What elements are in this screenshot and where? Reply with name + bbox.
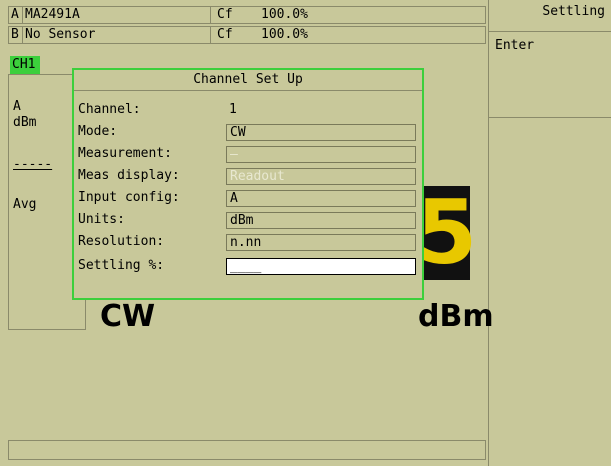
settling-input[interactable]: ____ <box>226 258 416 275</box>
settling-label: Settling %: <box>78 258 165 273</box>
channel-setup-dialog: Channel Set Up Channel: 1 Mode: CW Measu… <box>72 68 424 300</box>
sensor-b-model: No Sensor <box>23 27 211 43</box>
softkey-panel: Settling Enter <box>488 0 611 466</box>
units-label: Units: <box>78 212 125 227</box>
sensor-a-row: A MA2491A Cf 100.0% <box>8 6 486 24</box>
sensor-a-cf-value: 100.0% <box>261 7 308 22</box>
resolution-field[interactable]: n.nn <box>226 234 416 251</box>
measurement-field: — <box>226 146 416 163</box>
input-config-label: Input config: <box>78 190 180 205</box>
sensor-b-prefix: B <box>9 27 23 43</box>
readout-digit: 5 <box>416 181 478 284</box>
panel-sensor: A <box>13 99 21 114</box>
input-config-row[interactable]: Input config: A <box>74 188 422 208</box>
status-bar <box>8 440 486 460</box>
sensor-b-cf-label: Cf <box>217 27 233 42</box>
mode-readout: CW <box>100 299 156 334</box>
sensor-b-cf-value: 100.0% <box>261 27 308 42</box>
meas-display-row: Meas display: Readout <box>74 166 422 186</box>
measurement-row: Measurement: — <box>74 144 422 164</box>
sensor-a-model: MA2491A <box>23 7 211 23</box>
resolution-row[interactable]: Resolution: n.nn <box>74 232 422 252</box>
mode-label: Mode: <box>78 124 118 139</box>
channel-row: Channel: 1 <box>74 100 422 120</box>
unit-readout: dBm <box>418 299 494 334</box>
mode-field[interactable]: CW <box>226 124 416 141</box>
channel-label: Channel: <box>78 102 141 117</box>
panel-unit: dBm <box>13 115 37 130</box>
measurement-label: Measurement: <box>78 146 172 161</box>
meas-display-label: Meas display: <box>78 168 180 183</box>
sensor-b-row: B No Sensor Cf 100.0% <box>8 26 486 44</box>
channel-tag[interactable]: CH1 <box>10 56 40 74</box>
enter-softkey[interactable]: Enter <box>489 34 611 118</box>
softkey-title: Settling <box>489 0 611 32</box>
input-config-field[interactable]: A <box>226 190 416 207</box>
meas-display-field: Readout <box>226 168 416 185</box>
units-field[interactable]: dBm <box>226 212 416 229</box>
sensor-a-cf-label: Cf <box>217 7 233 22</box>
panel-avg: Avg <box>13 197 37 212</box>
panel-dashes: ----- <box>13 157 53 172</box>
sensor-a-prefix: A <box>9 7 23 23</box>
units-row[interactable]: Units: dBm <box>74 210 422 230</box>
channel-value: 1 <box>226 102 416 119</box>
dialog-title: Channel Set Up <box>74 70 422 91</box>
mode-row[interactable]: Mode: CW <box>74 122 422 142</box>
settling-row[interactable]: Settling %: ____ <box>74 256 422 276</box>
resolution-label: Resolution: <box>78 234 165 249</box>
